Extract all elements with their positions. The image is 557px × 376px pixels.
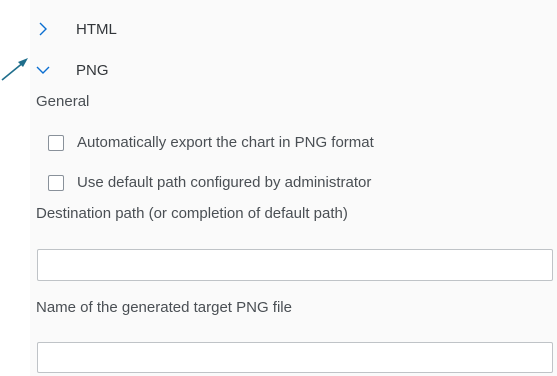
chevron-down-icon bbox=[34, 61, 52, 79]
auto-export-label: Automatically export the chart in PNG fo… bbox=[77, 134, 374, 151]
general-heading: General bbox=[36, 93, 90, 110]
export-settings-panel: HTML PNG General Automatically export th… bbox=[30, 0, 557, 376]
default-path-row[interactable]: Use default path configured by administr… bbox=[48, 174, 371, 191]
general-heading-row: General bbox=[36, 93, 89, 110]
default-path-label: Use default path configured by administr… bbox=[77, 174, 372, 191]
target-filename-label: Name of the generated target PNG file bbox=[36, 299, 292, 316]
destination-path-label: Destination path (or completion of defau… bbox=[36, 205, 348, 222]
auto-export-row[interactable]: Automatically export the chart in PNG fo… bbox=[48, 134, 374, 151]
destination-label-row: Destination path (or completion of defau… bbox=[36, 205, 348, 222]
filename-label-row: Name of the generated target PNG file bbox=[36, 299, 292, 316]
target-filename-input[interactable] bbox=[37, 342, 553, 373]
default-path-checkbox[interactable] bbox=[48, 174, 64, 191]
section-png-label: PNG bbox=[76, 61, 109, 79]
destination-path-input[interactable] bbox=[37, 249, 553, 281]
section-html-header[interactable]: HTML bbox=[30, 20, 117, 38]
section-html-label: HTML bbox=[76, 20, 117, 38]
section-png-header[interactable]: PNG bbox=[30, 61, 109, 79]
chevron-right-icon bbox=[34, 20, 52, 38]
auto-export-checkbox[interactable] bbox=[48, 134, 64, 151]
annotation-arrow-icon bbox=[1, 58, 28, 81]
